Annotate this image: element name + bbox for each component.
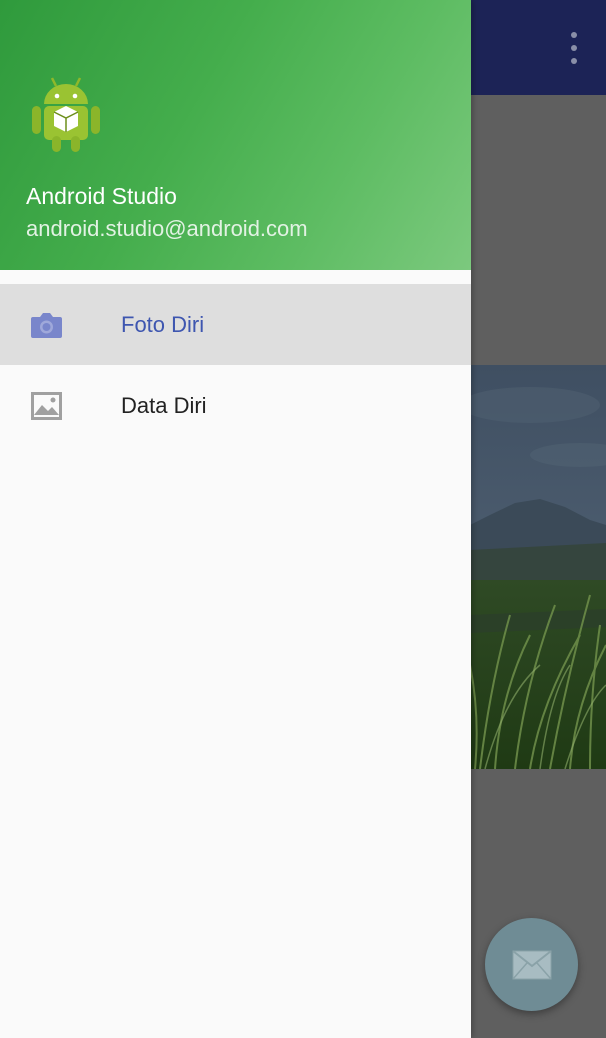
landscape-photo [470, 365, 606, 769]
camera-icon [31, 312, 62, 338]
email-icon [511, 949, 552, 979]
image-icon [31, 391, 62, 420]
navigation-drawer: Android Studio android.studio@android.co… [0, 0, 471, 1038]
drawer-menu: Foto Diri Data Diri [0, 284, 471, 446]
android-robot-icon [32, 77, 100, 152]
email-fab[interactable] [485, 918, 578, 1011]
menu-item-label: Foto Diri [121, 311, 205, 337]
menu-item-label: Data Diri [121, 392, 207, 418]
menu-item-foto-diri[interactable]: Foto Diri [0, 284, 471, 365]
drawer-header: Android Studio android.studio@android.co… [0, 0, 471, 270]
menu-item-data-diri[interactable]: Data Diri [0, 365, 471, 446]
user-email: android.studio@android.com [26, 216, 308, 241]
more-vert-icon[interactable] [566, 32, 582, 64]
user-name: Android Studio [26, 183, 177, 209]
